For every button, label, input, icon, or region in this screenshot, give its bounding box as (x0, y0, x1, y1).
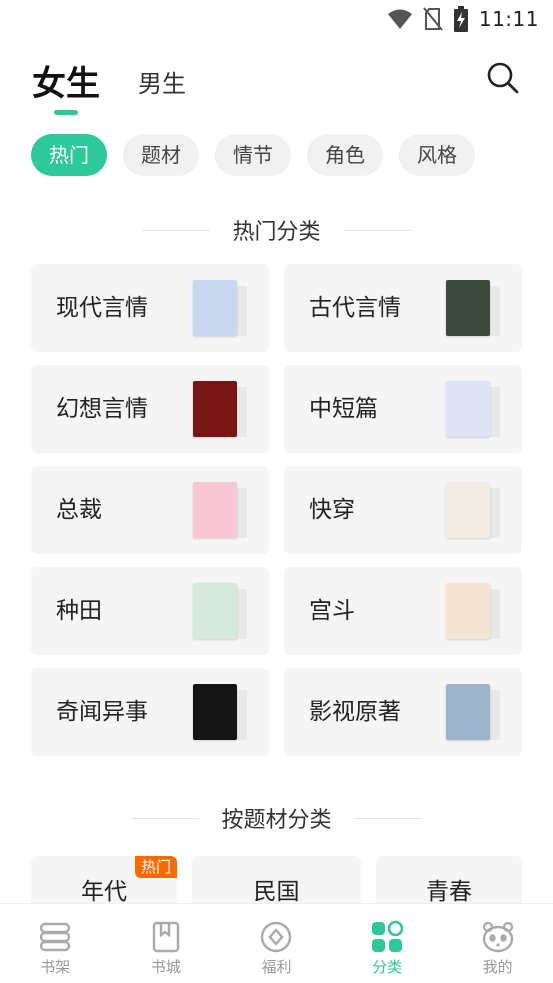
status-time: 11:11 (478, 7, 539, 31)
nav-bookshelf[interactable]: 书架 (0, 904, 111, 983)
category-label: 快穿 (309, 497, 355, 523)
category-label: 影视原著 (309, 699, 401, 725)
tab-female[interactable]: 女生 (32, 56, 100, 115)
active-tab-indicator (54, 110, 78, 115)
nav-label: 书架 (40, 958, 71, 976)
chip-role[interactable]: 角色 (307, 134, 383, 176)
category-label: 现代言情 (56, 295, 148, 321)
category-label: 宫斗 (309, 598, 355, 624)
book-icon (152, 921, 180, 953)
book-cover (446, 583, 490, 639)
category-label: 总裁 (56, 497, 102, 523)
chip-theme[interactable]: 题材 (123, 134, 199, 176)
category-card[interactable]: 总裁 (31, 466, 269, 554)
book-cover-stack (446, 482, 500, 538)
category-label: 古代言情 (309, 295, 401, 321)
bookshelf-icon (40, 922, 71, 952)
search-button[interactable] (485, 60, 521, 96)
book-cover-stack (446, 381, 500, 437)
hot-section-title: 热门分类 (0, 214, 553, 246)
category-label: 中短篇 (309, 396, 378, 422)
nav-bookstore[interactable]: 书城 (111, 904, 222, 983)
category-card[interactable]: 影视原著 (284, 668, 522, 756)
book-cover-stack (193, 280, 247, 336)
status-bar: 11:11 (0, 0, 553, 38)
book-cover-stack (193, 381, 247, 437)
chip-hot[interactable]: 热门 (31, 134, 107, 176)
theme-section-title-text: 按题材分类 (221, 808, 332, 833)
category-card[interactable]: 中短篇 (284, 365, 522, 453)
screen: 11:11 女生 男生 热门 题材 情节 角色 风格 热门分类 现代言情 古代言… (0, 0, 553, 983)
book-cover (446, 381, 490, 437)
nav-label: 福利 (261, 958, 292, 976)
hot-badge: 热门 (134, 856, 177, 878)
nav-welfare[interactable]: 福利 (221, 904, 332, 983)
category-card[interactable]: 现代言情 (31, 264, 269, 352)
panda-icon (482, 921, 513, 953)
nav-label: 分类 (372, 958, 403, 976)
coin-icon (261, 921, 292, 953)
nav-label: 书城 (150, 958, 181, 976)
book-cover (446, 280, 490, 336)
search-icon (487, 62, 519, 94)
status-icons: 11:11 (387, 6, 539, 32)
category-grid: 现代言情 古代言情 幻想言情 中短篇 总裁 快穿 种田 宫斗 奇闻异事 影视原著 (31, 264, 522, 756)
nav-mine[interactable]: 我的 (442, 904, 553, 983)
book-cover-stack (193, 684, 247, 740)
category-card[interactable]: 幻想言情 (31, 365, 269, 453)
book-cover (193, 684, 237, 740)
nav-category[interactable]: 分类 (332, 904, 443, 983)
book-cover (193, 583, 237, 639)
theme-section-title: 按题材分类 (0, 802, 553, 834)
divider (142, 229, 211, 231)
divider (342, 229, 411, 231)
battery-charging-icon (453, 6, 468, 32)
filter-chips: 热门 题材 情节 角色 风格 (31, 134, 475, 176)
book-cover (446, 482, 490, 538)
chip-plot[interactable]: 情节 (215, 134, 291, 176)
category-label: 种田 (56, 598, 102, 624)
category-card[interactable]: 种田 (31, 567, 269, 655)
book-cover-stack (193, 482, 247, 538)
no-sim-icon (423, 7, 443, 31)
wifi-icon (387, 9, 412, 29)
book-cover-stack (193, 583, 247, 639)
book-cover (193, 280, 237, 336)
tab-female-label: 女生 (32, 64, 100, 104)
divider (131, 817, 200, 819)
theme-label: 年代 (81, 879, 127, 905)
bottom-nav: 书架 书城 福利 分类 我的 (0, 903, 553, 983)
book-cover-stack (446, 684, 500, 740)
book-cover (193, 482, 237, 538)
category-label: 奇闻异事 (56, 699, 148, 725)
nav-label: 我的 (482, 958, 513, 976)
category-label: 幻想言情 (56, 396, 148, 422)
category-card[interactable]: 宫斗 (284, 567, 522, 655)
book-cover (446, 684, 490, 740)
book-cover-stack (446, 583, 500, 639)
category-icon (372, 920, 404, 952)
hot-section-title-text: 热门分类 (232, 220, 321, 245)
category-card[interactable]: 奇闻异事 (31, 668, 269, 756)
divider (353, 817, 422, 819)
category-card[interactable]: 古代言情 (284, 264, 522, 352)
theme-label: 青春 (426, 879, 472, 905)
gender-tabs: 女生 男生 (32, 56, 186, 115)
book-cover (193, 381, 237, 437)
tab-male-label: 男生 (138, 70, 186, 98)
theme-label: 民国 (253, 879, 300, 905)
chip-style[interactable]: 风格 (399, 134, 475, 176)
book-cover-stack (446, 280, 500, 336)
tab-male[interactable]: 男生 (138, 64, 186, 99)
category-card[interactable]: 快穿 (284, 466, 522, 554)
